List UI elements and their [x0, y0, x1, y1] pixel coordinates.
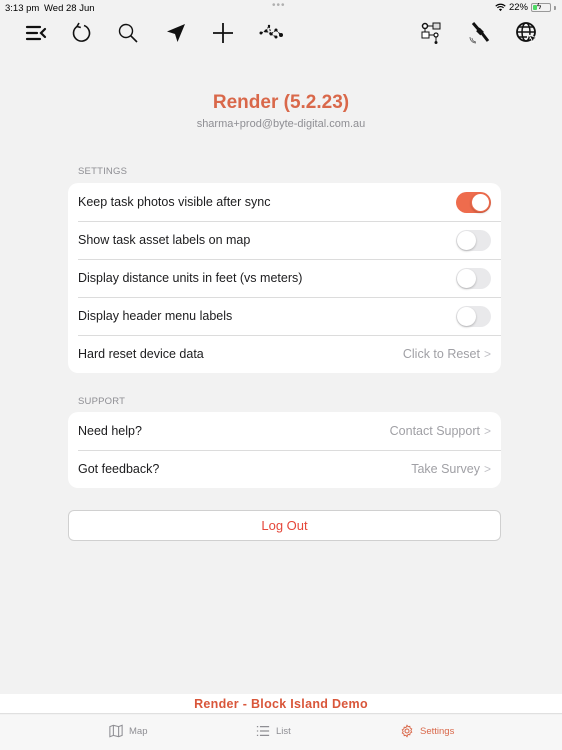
refresh-icon[interactable] — [67, 18, 97, 48]
support-card: Need help? Contact Support > Got feedbac… — [68, 412, 501, 488]
asset-labels-toggle[interactable] — [456, 229, 491, 251]
footer-banner: Render - Block Island Demo — [0, 694, 562, 714]
tab-settings[interactable]: Settings — [400, 724, 454, 738]
map-icon — [109, 724, 123, 738]
gear-icon — [401, 724, 413, 738]
chevron-right-icon: > — [483, 462, 491, 476]
collapse-menu-icon[interactable] — [21, 18, 51, 48]
battery-icon: ϟ — [531, 2, 551, 12]
tab-map[interactable]: Map — [109, 724, 147, 738]
setting-label: Show task asset labels on map — [78, 233, 251, 247]
battery-tip — [554, 5, 556, 10]
setting-label: Keep task photos visible after sync — [78, 195, 271, 209]
settings-section-label: SETTINGS — [78, 166, 128, 177]
support-label: Need help? — [78, 424, 142, 438]
workflow-diagram-icon[interactable] — [416, 18, 446, 48]
setting-row-asset-labels: Show task asset labels on map — [68, 221, 501, 259]
user-email: sharma+prod@byte-digital.com.au — [196, 118, 366, 130]
support-detail-text: Contact Support — [389, 424, 480, 438]
logout-button[interactable]: Log Out — [68, 510, 501, 541]
tab-label: Settings — [420, 725, 455, 737]
toolbar — [0, 18, 562, 48]
status-right: 22% ϟ — [495, 2, 556, 13]
setting-row-hard-reset[interactable]: Hard reset device data Click to Reset > — [68, 335, 501, 373]
distance-units-toggle[interactable] — [456, 267, 491, 289]
chevron-right-icon: > — [483, 347, 491, 361]
settings-header: Render (5.2.23) sharma+prod@byte-digital… — [0, 92, 562, 130]
support-row-help[interactable]: Need help? Contact Support > — [68, 412, 501, 450]
battery-percent: 22% — [508, 2, 528, 13]
settings-card: Keep task photos visible after sync Show… — [68, 183, 501, 373]
satellite-icon[interactable] — [465, 18, 495, 48]
setting-label: Hard reset device data — [78, 347, 204, 361]
setting-row-distance-units: Display distance units in feet (vs meter… — [68, 259, 501, 297]
setting-label: Display distance units in feet (vs meter… — [78, 271, 303, 285]
setting-label: Display header menu labels — [78, 309, 233, 323]
status-bar: 3:13 pm Wed 28 Jun ••• 22% ϟ — [0, 0, 562, 16]
tab-label: Map — [129, 725, 148, 737]
chevron-right-icon: > — [483, 424, 491, 438]
support-row-feedback[interactable]: Got feedback? Take Survey > — [68, 450, 501, 488]
globe-cursor-icon[interactable] — [512, 18, 542, 48]
multitask-dots[interactable]: ••• — [272, 0, 286, 11]
search-icon[interactable] — [113, 18, 143, 48]
reset-link[interactable]: Click to Reset > — [403, 347, 491, 361]
tab-list[interactable]: List — [256, 724, 291, 738]
take-survey-link[interactable]: Take Survey > — [411, 462, 491, 476]
navigation-arrow-icon[interactable] — [161, 18, 191, 48]
list-icon — [256, 726, 270, 736]
wifi-icon — [495, 3, 506, 12]
keep-photos-toggle[interactable] — [456, 191, 491, 213]
support-label: Got feedback? — [78, 462, 160, 476]
setting-row-header-labels: Display header menu labels — [68, 297, 501, 335]
setting-row-keep-photos: Keep task photos visible after sync — [68, 183, 501, 221]
support-section-label: SUPPORT — [78, 396, 126, 407]
app-title: Render (5.2.23) — [212, 92, 350, 113]
network-nodes-icon[interactable] — [256, 18, 286, 48]
tab-label: List — [276, 725, 291, 737]
add-icon[interactable] — [208, 18, 238, 48]
status-time: 3:13 pm — [5, 3, 40, 14]
contact-support-link[interactable]: Contact Support > — [390, 424, 491, 438]
support-detail-text: Take Survey — [411, 462, 480, 476]
reset-detail-text: Click to Reset — [402, 347, 480, 361]
tab-bar: Map List Settings — [0, 715, 562, 750]
status-date: Wed 28 Jun — [44, 3, 95, 14]
header-labels-toggle[interactable] — [456, 305, 491, 327]
